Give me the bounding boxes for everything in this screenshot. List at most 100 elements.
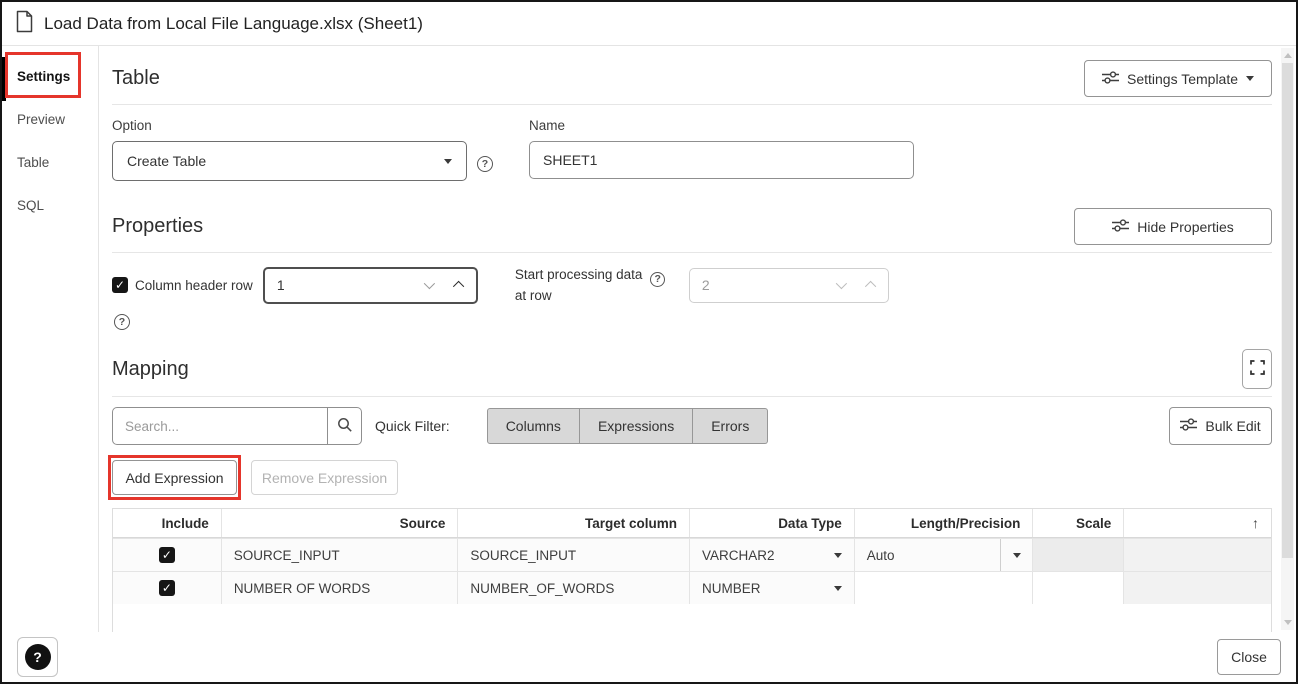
option-selected-value: Create Table — [127, 153, 206, 169]
column-header-help-icon[interactable]: ? — [114, 314, 130, 330]
option-select[interactable]: Create Table — [112, 141, 467, 181]
bulk-edit-label: Bulk Edit — [1205, 418, 1260, 434]
column-header-row-checkbox[interactable] — [112, 277, 128, 293]
extra-cell — [1123, 572, 1271, 604]
start-processing-label-line2: at row — [515, 288, 552, 303]
settings-template-label: Settings Template — [1127, 71, 1238, 87]
help-button[interactable]: ? — [17, 637, 58, 677]
option-label: Option — [112, 118, 467, 133]
sidebar-item-label: Table — [17, 155, 49, 170]
length-precision-cell[interactable] — [854, 572, 1033, 604]
data-type-select[interactable]: NUMBER — [689, 572, 854, 604]
sidebar-item-sql[interactable]: SQL — [2, 184, 98, 227]
col-header-data-type[interactable]: Data Type — [689, 509, 854, 537]
divider — [112, 396, 1272, 397]
table-section-heading: Table — [112, 67, 160, 90]
hide-properties-button[interactable]: Hide Properties — [1074, 208, 1272, 245]
grid-header-row: Include Source Target column Data Type L… — [113, 508, 1271, 538]
dialog-titlebar: Load Data from Local File Language.xlsx … — [2, 2, 1296, 46]
vertical-scrollbar[interactable] — [1281, 48, 1294, 630]
search-button[interactable] — [328, 407, 362, 445]
grid-empty-area — [113, 604, 1271, 632]
search-input[interactable] — [112, 407, 328, 445]
include-checkbox[interactable] — [159, 580, 175, 596]
spinner-value: 2 — [702, 277, 836, 293]
length-precision-combo[interactable]: Auto — [854, 539, 1033, 571]
scrollbar-thumb[interactable] — [1282, 63, 1293, 558]
sidebar-item-label: SQL — [17, 198, 44, 213]
include-checkbox[interactable] — [159, 547, 175, 563]
help-icon: ? — [25, 644, 51, 670]
spinner-value: 1 — [277, 277, 424, 293]
scale-cell — [1032, 539, 1123, 571]
option-help-icon[interactable]: ? — [477, 156, 493, 172]
sidebar-nav: Settings Preview Table SQL — [2, 46, 99, 632]
chevron-down-icon — [834, 586, 842, 591]
maximize-button[interactable] — [1242, 349, 1272, 389]
divider — [112, 252, 1272, 253]
sort-ascending-icon[interactable]: ↑ — [1252, 515, 1259, 531]
sidebar-item-label: Settings — [17, 69, 70, 84]
source-cell[interactable]: SOURCE_INPUT — [221, 539, 458, 571]
start-processing-help-icon[interactable]: ? — [650, 272, 665, 287]
scroll-down-icon[interactable] — [1284, 620, 1292, 625]
start-processing-spinner: 2 — [689, 268, 889, 303]
remove-expression-button: Remove Expression — [251, 460, 398, 495]
quick-filter-label: Quick Filter: — [375, 418, 450, 434]
chevron-down-icon — [834, 553, 842, 558]
sidebar-item-settings[interactable]: Settings — [2, 55, 98, 98]
col-header-include[interactable]: Include — [113, 509, 221, 537]
sidebar-item-table[interactable]: Table — [2, 141, 98, 184]
file-icon — [15, 10, 34, 38]
quick-filter-group: Columns Expressions Errors — [487, 408, 769, 444]
table-row: NUMBER OF WORDS NUMBER_OF_WORDS NUMBER — [113, 571, 1271, 604]
sliders-icon — [1102, 71, 1119, 87]
col-header-source[interactable]: Source — [221, 509, 458, 537]
spinner-increment-icon[interactable] — [453, 281, 464, 292]
sliders-icon — [1180, 418, 1197, 434]
target-column-cell[interactable]: SOURCE_INPUT — [457, 539, 689, 571]
data-type-value: NUMBER — [702, 581, 761, 596]
add-expression-button[interactable]: Add Expression — [112, 460, 237, 495]
sidebar-item-preview[interactable]: Preview — [2, 98, 98, 141]
spinner-decrement-icon — [836, 278, 847, 289]
start-processing-label-line1: Start processing data — [515, 267, 643, 282]
settings-template-button[interactable]: Settings Template — [1084, 60, 1272, 97]
filter-errors-button[interactable]: Errors — [693, 408, 768, 444]
table-row: SOURCE_INPUT SOURCE_INPUT VARCHAR2 Auto — [113, 538, 1271, 571]
extra-cell — [1123, 539, 1271, 571]
col-header-scale[interactable]: Scale — [1032, 509, 1123, 537]
spinner-decrement-icon[interactable] — [424, 278, 435, 289]
properties-section-heading: Properties — [112, 215, 203, 238]
column-header-row-spinner[interactable]: 1 — [263, 267, 478, 304]
sidebar-item-label: Preview — [17, 112, 65, 127]
data-type-value: VARCHAR2 — [702, 548, 775, 563]
target-column-cell[interactable]: NUMBER_OF_WORDS — [457, 572, 689, 604]
dialog-title: Load Data from Local File Language.xlsx … — [44, 14, 423, 34]
active-tab-indicator — [2, 57, 6, 101]
data-type-select[interactable]: VARCHAR2 — [689, 539, 854, 571]
divider — [112, 104, 1272, 105]
name-label: Name — [529, 118, 914, 133]
name-field[interactable]: SHEET1 — [529, 141, 914, 179]
filter-expressions-button[interactable]: Expressions — [580, 408, 693, 444]
col-header-target-column[interactable]: Target column — [457, 509, 689, 537]
scale-cell[interactable] — [1032, 572, 1123, 604]
start-processing-label: Start processing data ? at row — [515, 266, 675, 304]
length-precision-value: Auto — [867, 548, 895, 563]
chevron-down-icon — [1246, 76, 1254, 81]
chevron-down-icon — [1013, 553, 1021, 558]
scroll-up-icon[interactable] — [1284, 53, 1292, 58]
load-data-dialog: Load Data from Local File Language.xlsx … — [0, 0, 1298, 684]
close-button[interactable]: Close — [1217, 639, 1281, 675]
filter-columns-button[interactable]: Columns — [487, 408, 580, 444]
mapping-section-heading: Mapping — [112, 358, 189, 381]
source-cell[interactable]: NUMBER OF WORDS — [221, 572, 458, 604]
name-field-value: SHEET1 — [543, 152, 597, 168]
col-header-length-precision[interactable]: Length/Precision — [854, 509, 1033, 537]
search-icon — [337, 417, 353, 436]
hide-properties-label: Hide Properties — [1137, 219, 1234, 235]
chevron-down-icon — [444, 159, 452, 164]
main-panel: Table Settings Template — [99, 46, 1296, 632]
bulk-edit-button[interactable]: Bulk Edit — [1169, 407, 1272, 445]
